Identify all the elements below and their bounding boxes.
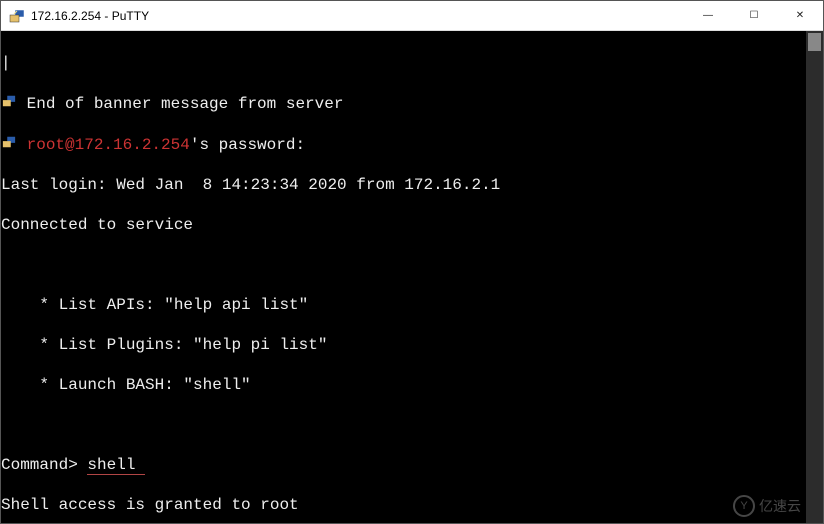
cursor-top-line: | [1, 53, 821, 73]
title-bar[interactable]: 172.16.2.254 - PuTTY — ☐ ✕ [1, 1, 823, 31]
blank-2 [1, 415, 821, 435]
terminal-content: | End of banner message from server root… [1, 31, 823, 523]
banner-end: End of banner message from server [1, 93, 821, 114]
scrollbar[interactable] [806, 31, 823, 523]
window-title: 172.16.2.254 - PuTTY [31, 9, 685, 23]
putty-icon [1, 134, 17, 150]
maximize-button[interactable]: ☐ [731, 1, 777, 30]
watermark-text: 亿速云 [759, 496, 801, 516]
pw-host: root@172.16.2.254 [27, 136, 190, 154]
hint-pi: * List Plugins: "help pi list" [1, 335, 821, 355]
scroll-thumb[interactable] [808, 33, 821, 51]
hint-bash: * Launch BASH: "shell" [1, 375, 821, 395]
putty-icon [1, 93, 17, 109]
blank-1 [1, 255, 821, 275]
minimize-button[interactable]: — [685, 1, 731, 30]
window-controls: — ☐ ✕ [685, 1, 823, 30]
terminal[interactable]: | End of banner message from server root… [1, 31, 823, 523]
shell-granted: Shell access is granted to root [1, 495, 821, 515]
typed-shell: shell [87, 456, 145, 475]
last-login: Last login: Wed Jan 8 14:23:34 2020 from… [1, 175, 821, 195]
command-shell: Command> shell [1, 455, 821, 475]
password-prompt: root@172.16.2.254's password: [1, 134, 821, 155]
hint-api: * List APIs: "help api list" [1, 295, 821, 315]
putty-window: 172.16.2.254 - PuTTY — ☐ ✕ | End of bann… [0, 0, 824, 524]
watermark: Y 亿速云 [733, 495, 801, 517]
putty-icon [9, 8, 25, 24]
close-button[interactable]: ✕ [777, 1, 823, 30]
connected: Connected to service [1, 215, 821, 235]
watermark-icon: Y [733, 495, 755, 517]
